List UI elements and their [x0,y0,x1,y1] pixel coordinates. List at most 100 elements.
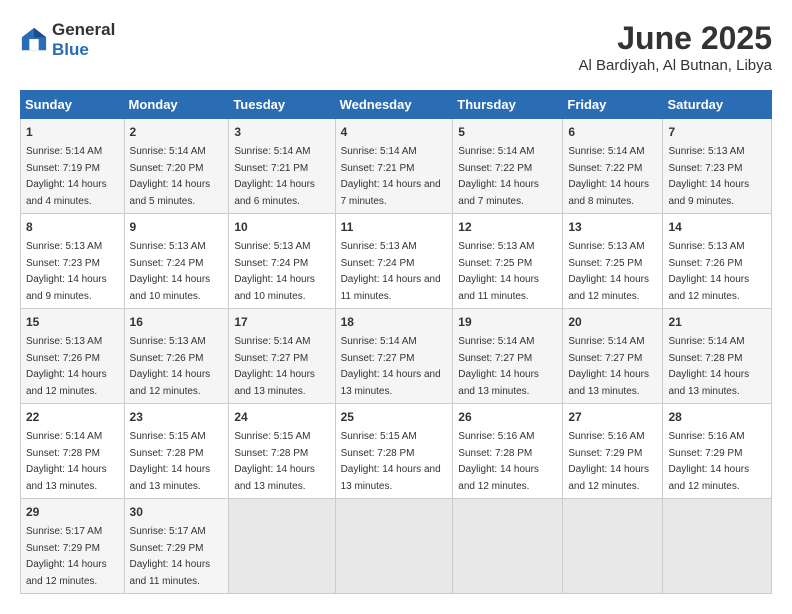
column-header-wednesday: Wednesday [335,91,453,119]
day-info: Sunrise: 5:13 AMSunset: 7:26 PMDaylight:… [130,336,211,397]
day-number: 16 [130,313,224,331]
day-cell [563,499,663,594]
week-row-5: 29 Sunrise: 5:17 AMSunset: 7:29 PMDaylig… [21,499,772,594]
day-info: Sunrise: 5:16 AMSunset: 7:29 PMDaylight:… [668,431,749,492]
day-cell [229,499,335,594]
day-info: Sunrise: 5:15 AMSunset: 7:28 PMDaylight:… [234,431,315,492]
day-info: Sunrise: 5:13 AMSunset: 7:23 PMDaylight:… [668,146,749,207]
day-cell: 27 Sunrise: 5:16 AMSunset: 7:29 PMDaylig… [563,404,663,499]
column-header-monday: Monday [124,91,229,119]
day-number: 19 [458,313,557,331]
week-row-1: 1 Sunrise: 5:14 AMSunset: 7:19 PMDayligh… [21,119,772,214]
day-cell: 23 Sunrise: 5:15 AMSunset: 7:28 PMDaylig… [124,404,229,499]
day-cell: 16 Sunrise: 5:13 AMSunset: 7:26 PMDaylig… [124,309,229,404]
day-number: 7 [668,123,766,141]
logo-blue: Blue [52,40,89,59]
day-cell: 11 Sunrise: 5:13 AMSunset: 7:24 PMDaylig… [335,214,453,309]
column-header-saturday: Saturday [663,91,772,119]
day-cell: 2 Sunrise: 5:14 AMSunset: 7:20 PMDayligh… [124,119,229,214]
day-info: Sunrise: 5:13 AMSunset: 7:24 PMDaylight:… [234,241,315,302]
day-number: 8 [26,218,119,236]
day-number: 17 [234,313,329,331]
day-number: 6 [568,123,657,141]
logo-general: General [52,20,115,39]
day-info: Sunrise: 5:13 AMSunset: 7:26 PMDaylight:… [26,336,107,397]
day-number: 1 [26,123,119,141]
day-cell: 24 Sunrise: 5:15 AMSunset: 7:28 PMDaylig… [229,404,335,499]
day-cell: 22 Sunrise: 5:14 AMSunset: 7:28 PMDaylig… [21,404,125,499]
day-cell: 1 Sunrise: 5:14 AMSunset: 7:19 PMDayligh… [21,119,125,214]
day-number: 23 [130,408,224,426]
header: General Blue June 2025 Al Bardiyah, Al B… [20,20,772,74]
day-number: 26 [458,408,557,426]
day-info: Sunrise: 5:13 AMSunset: 7:26 PMDaylight:… [668,241,749,302]
day-cell: 28 Sunrise: 5:16 AMSunset: 7:29 PMDaylig… [663,404,772,499]
column-header-tuesday: Tuesday [229,91,335,119]
day-info: Sunrise: 5:14 AMSunset: 7:28 PMDaylight:… [668,336,749,397]
day-info: Sunrise: 5:14 AMSunset: 7:27 PMDaylight:… [458,336,539,397]
day-cell: 18 Sunrise: 5:14 AMSunset: 7:27 PMDaylig… [335,309,453,404]
day-cell: 6 Sunrise: 5:14 AMSunset: 7:22 PMDayligh… [563,119,663,214]
day-cell: 15 Sunrise: 5:13 AMSunset: 7:26 PMDaylig… [21,309,125,404]
day-info: Sunrise: 5:15 AMSunset: 7:28 PMDaylight:… [130,431,211,492]
day-cell: 10 Sunrise: 5:13 AMSunset: 7:24 PMDaylig… [229,214,335,309]
day-number: 30 [130,503,224,521]
page-subtitle: Al Bardiyah, Al Butnan, Libya [579,57,772,74]
day-cell: 9 Sunrise: 5:13 AMSunset: 7:24 PMDayligh… [124,214,229,309]
column-header-friday: Friday [563,91,663,119]
day-number: 20 [568,313,657,331]
day-info: Sunrise: 5:14 AMSunset: 7:21 PMDaylight:… [341,146,441,207]
day-number: 25 [341,408,448,426]
day-info: Sunrise: 5:13 AMSunset: 7:25 PMDaylight:… [458,241,539,302]
day-number: 13 [568,218,657,236]
day-info: Sunrise: 5:14 AMSunset: 7:21 PMDaylight:… [234,146,315,207]
day-number: 2 [130,123,224,141]
day-cell [335,499,453,594]
day-info: Sunrise: 5:14 AMSunset: 7:19 PMDaylight:… [26,146,107,207]
week-row-2: 8 Sunrise: 5:13 AMSunset: 7:23 PMDayligh… [21,214,772,309]
day-cell: 20 Sunrise: 5:14 AMSunset: 7:27 PMDaylig… [563,309,663,404]
day-cell: 8 Sunrise: 5:13 AMSunset: 7:23 PMDayligh… [21,214,125,309]
day-info: Sunrise: 5:13 AMSunset: 7:24 PMDaylight:… [341,241,441,302]
day-number: 14 [668,218,766,236]
day-info: Sunrise: 5:17 AMSunset: 7:29 PMDaylight:… [130,526,211,587]
day-cell [663,499,772,594]
column-header-sunday: Sunday [21,91,125,119]
day-info: Sunrise: 5:13 AMSunset: 7:24 PMDaylight:… [130,241,211,302]
day-number: 24 [234,408,329,426]
day-cell: 3 Sunrise: 5:14 AMSunset: 7:21 PMDayligh… [229,119,335,214]
day-info: Sunrise: 5:14 AMSunset: 7:28 PMDaylight:… [26,431,107,492]
day-cell: 29 Sunrise: 5:17 AMSunset: 7:29 PMDaylig… [21,499,125,594]
day-number: 27 [568,408,657,426]
day-cell: 19 Sunrise: 5:14 AMSunset: 7:27 PMDaylig… [453,309,563,404]
page-title: June 2025 [579,20,772,57]
day-cell: 12 Sunrise: 5:13 AMSunset: 7:25 PMDaylig… [453,214,563,309]
day-cell: 26 Sunrise: 5:16 AMSunset: 7:28 PMDaylig… [453,404,563,499]
day-cell: 17 Sunrise: 5:14 AMSunset: 7:27 PMDaylig… [229,309,335,404]
day-cell: 30 Sunrise: 5:17 AMSunset: 7:29 PMDaylig… [124,499,229,594]
day-info: Sunrise: 5:17 AMSunset: 7:29 PMDaylight:… [26,526,107,587]
day-cell [453,499,563,594]
day-number: 18 [341,313,448,331]
day-number: 3 [234,123,329,141]
day-info: Sunrise: 5:14 AMSunset: 7:22 PMDaylight:… [458,146,539,207]
day-number: 28 [668,408,766,426]
day-cell: 7 Sunrise: 5:13 AMSunset: 7:23 PMDayligh… [663,119,772,214]
day-cell: 21 Sunrise: 5:14 AMSunset: 7:28 PMDaylig… [663,309,772,404]
day-cell: 25 Sunrise: 5:15 AMSunset: 7:28 PMDaylig… [335,404,453,499]
day-info: Sunrise: 5:13 AMSunset: 7:25 PMDaylight:… [568,241,649,302]
day-info: Sunrise: 5:14 AMSunset: 7:22 PMDaylight:… [568,146,649,207]
day-info: Sunrise: 5:14 AMSunset: 7:20 PMDaylight:… [130,146,211,207]
day-info: Sunrise: 5:13 AMSunset: 7:23 PMDaylight:… [26,241,107,302]
day-info: Sunrise: 5:16 AMSunset: 7:28 PMDaylight:… [458,431,539,492]
day-number: 21 [668,313,766,331]
day-info: Sunrise: 5:14 AMSunset: 7:27 PMDaylight:… [341,336,441,397]
logo: General Blue [20,20,115,60]
week-row-4: 22 Sunrise: 5:14 AMSunset: 7:28 PMDaylig… [21,404,772,499]
day-number: 11 [341,218,448,236]
day-number: 5 [458,123,557,141]
week-row-3: 15 Sunrise: 5:13 AMSunset: 7:26 PMDaylig… [21,309,772,404]
day-number: 10 [234,218,329,236]
logo-icon [20,26,48,54]
day-info: Sunrise: 5:16 AMSunset: 7:29 PMDaylight:… [568,431,649,492]
